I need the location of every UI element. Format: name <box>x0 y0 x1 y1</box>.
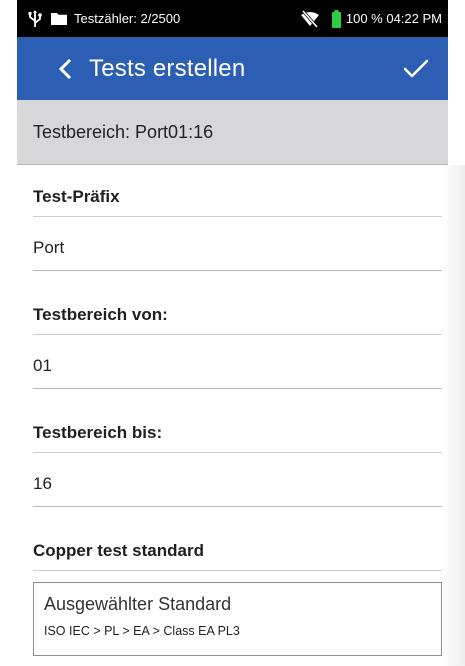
test-range-header: Testbereich: Port01:16 <box>17 100 448 165</box>
prefix-input[interactable]: Port <box>33 238 442 271</box>
status-bar: Testzähler: 2/2500 100 % 04:22 PM <box>17 0 448 37</box>
standard-box-title: Ausgewählter Standard <box>44 594 232 614</box>
range-to-input[interactable]: 16 <box>33 474 442 507</box>
test-counter: Testzähler: 2/2500 <box>74 11 181 26</box>
chevron-left-icon <box>58 58 72 79</box>
form: Test-Präfix Port Testbereich von: 01 Tes… <box>17 165 448 666</box>
app-bar: Tests erstellen <box>17 37 448 100</box>
range-to-label: Testbereich bis: <box>33 423 163 442</box>
prefix-label: Test-Präfix <box>33 187 120 206</box>
no-signal-icon <box>300 9 319 28</box>
divider <box>33 334 442 335</box>
page-title: Tests erstellen <box>89 54 246 82</box>
divider <box>33 216 442 217</box>
back-button[interactable] <box>45 49 85 89</box>
folder-icon <box>51 13 67 25</box>
range-from-label: Testbereich von: <box>33 305 168 324</box>
standard-selector[interactable]: Ausgewählter Standard ISO IEC > PL > EA … <box>33 582 442 656</box>
battery-icon <box>331 9 341 28</box>
screen: Testzähler: 2/2500 100 % 04:22 PM Tests … <box>0 0 465 666</box>
battery-time: 100 % 04:22 PM <box>345 11 442 26</box>
copper-standard-label: Copper test standard <box>33 541 204 560</box>
test-range-text: Testbereich: Port01:16 <box>33 121 214 142</box>
divider <box>33 570 442 571</box>
divider <box>33 452 442 453</box>
scroll-edge <box>442 165 465 666</box>
status-right: 100 % 04:22 PM <box>300 9 442 28</box>
confirm-button[interactable] <box>396 49 436 89</box>
range-from-input[interactable]: 01 <box>33 356 442 389</box>
standard-path: ISO IEC > PL > EA > Class EA PL3 <box>44 624 240 638</box>
usb-icon <box>28 9 42 27</box>
checkmark-icon <box>403 59 429 77</box>
